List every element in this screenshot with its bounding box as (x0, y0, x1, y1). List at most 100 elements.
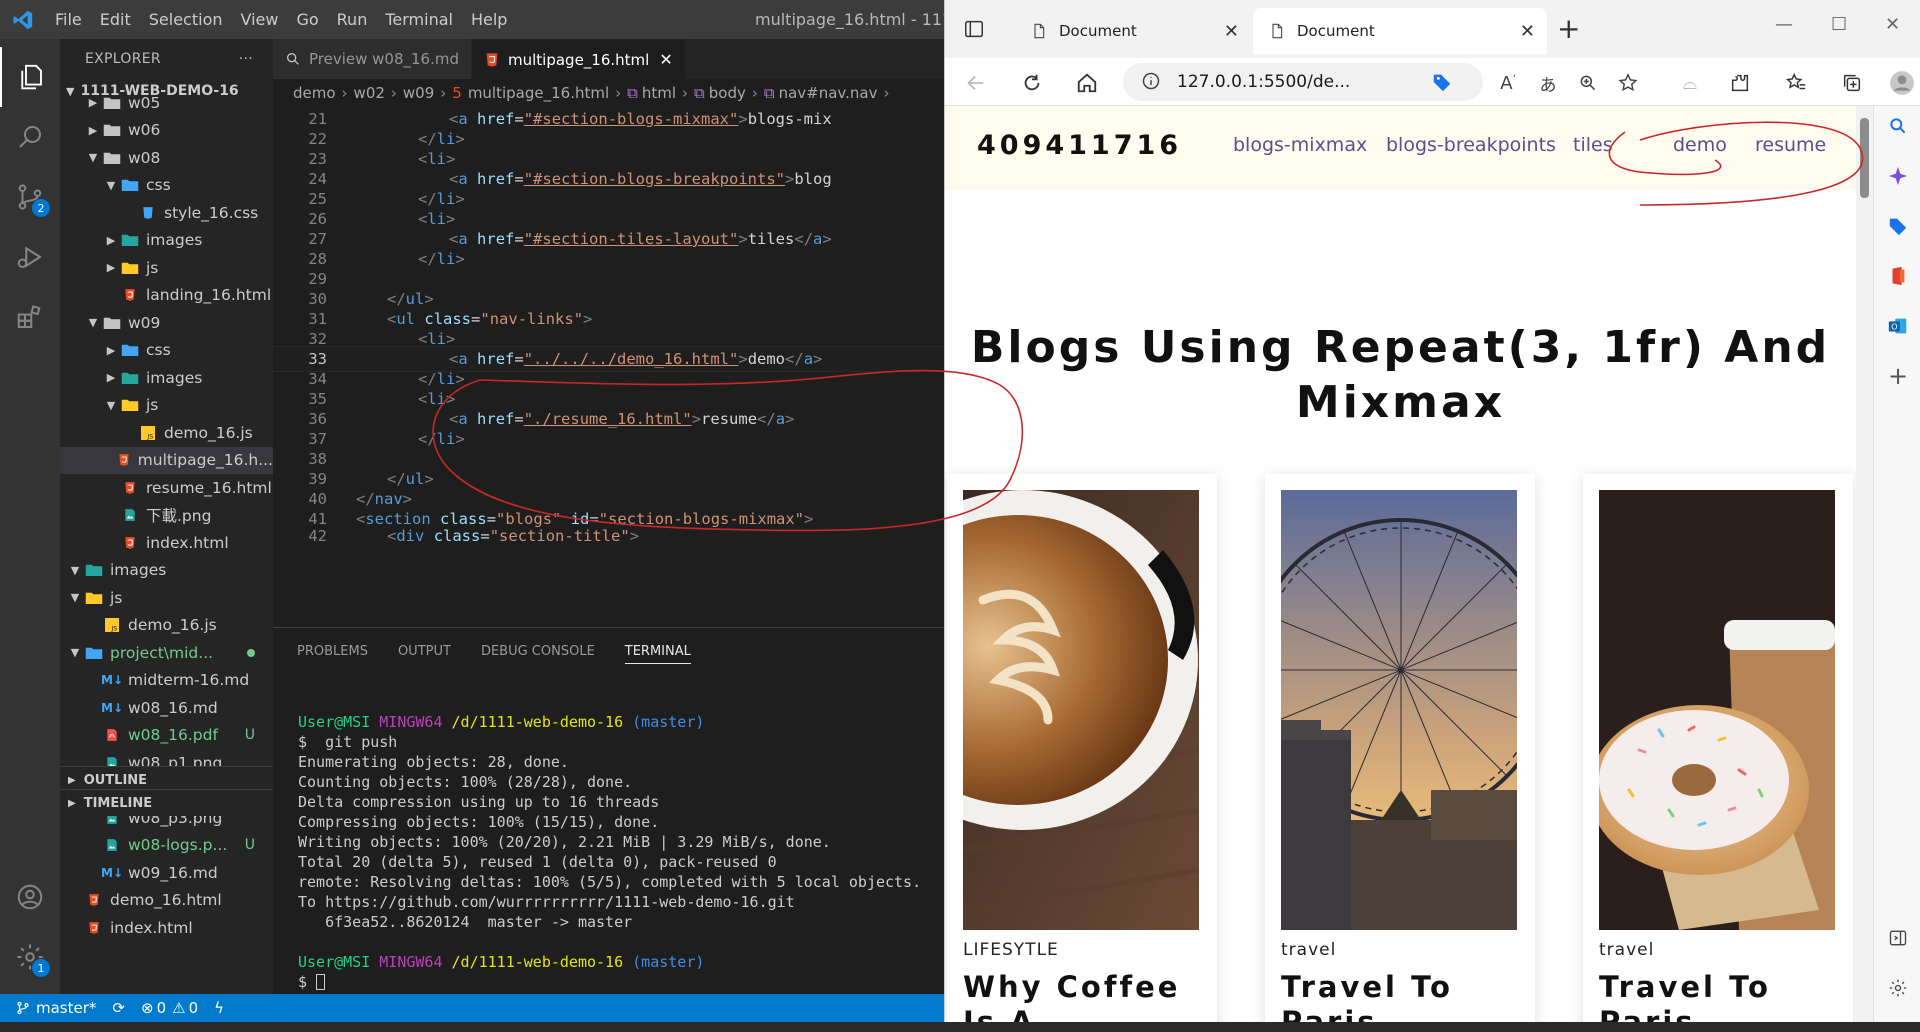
tree-item[interactable]: JS demo_16.js (60, 419, 273, 447)
menu-selection[interactable]: Selection (140, 0, 232, 39)
nav-link-tiles[interactable]: tiles (1573, 134, 1613, 156)
timeline-section[interactable]: ▶ TIMELINE (60, 789, 273, 816)
tab-preview-w08[interactable]: Preview w08_16.md (273, 39, 472, 79)
tree-item[interactable]: style_16.css (60, 199, 273, 227)
read-aloud-icon[interactable]: Aʼ (1493, 68, 1523, 98)
profile-avatar[interactable] (1887, 68, 1917, 98)
menu-run[interactable]: Run (328, 0, 377, 39)
tree-item[interactable]: resume_16.html (60, 474, 273, 502)
tree-item[interactable]: ▼ images (60, 557, 273, 585)
search-icon[interactable] (0, 107, 60, 167)
address-bar[interactable]: 127.0.0.1:5500/de... (1123, 63, 1483, 101)
menu-view[interactable]: View (232, 0, 288, 39)
problems-status[interactable]: ⊗ 0 ⚠ 0 (141, 999, 198, 1017)
nav-link-blogs-mixmax[interactable]: blogs-mixmax (1233, 134, 1367, 156)
shopping-tag-icon[interactable] (1886, 214, 1910, 238)
tree-item[interactable]: ▼ js (60, 584, 273, 612)
home-icon[interactable] (1072, 68, 1102, 98)
menu-terminal[interactable]: Terminal (376, 0, 462, 39)
breadcrumb-item[interactable]: nav#nav.nav (779, 84, 878, 102)
site-logo[interactable]: 409411716 (977, 130, 1182, 161)
extensions-icon[interactable] (0, 287, 60, 347)
tree-item[interactable]: ▼ css (60, 172, 273, 200)
tab-terminal[interactable]: TERMINAL (624, 644, 691, 664)
close-tab-icon[interactable]: ✕ (1520, 21, 1535, 42)
copilot-icon[interactable] (1886, 164, 1910, 188)
tab-problems[interactable]: PROBLEMS (297, 644, 368, 659)
extension-icon[interactable]: ⌓ (1675, 68, 1705, 98)
translate-icon[interactable]: あ (1533, 68, 1563, 98)
menu-edit[interactable]: Edit (91, 0, 140, 39)
card-title[interactable]: Why Coffee Is A (963, 970, 1203, 1022)
blog-card[interactable]: LIFESYTLE Why Coffee Is A (947, 474, 1217, 1022)
accounts-icon[interactable] (0, 867, 60, 927)
extensions-icon[interactable] (1725, 68, 1755, 98)
maximize-icon[interactable]: ☐ (1831, 14, 1847, 35)
tree-item[interactable]: 下載.png (60, 502, 273, 530)
tree-item[interactable]: ▶ images (60, 364, 273, 392)
search-icon[interactable] (1886, 114, 1910, 138)
explorer-icon[interactable] (0, 47, 60, 107)
tree-item[interactable]: ▶ w05 (60, 89, 273, 117)
add-sidebar-app-icon[interactable]: + (1886, 362, 1910, 390)
new-tab-button[interactable]: + (1557, 12, 1580, 45)
breadcrumb-item[interactable]: w02 (354, 84, 385, 102)
more-actions-icon[interactable]: ··· (239, 51, 253, 67)
breadcrumb-item[interactable]: w09 (403, 84, 434, 102)
tree-item[interactable]: M↓ w09_16.md (60, 859, 273, 887)
favorites-add-icon[interactable] (1613, 68, 1643, 98)
breadcrumb-item[interactable]: demo (293, 84, 336, 102)
tree-item[interactable]: landing_16.html (60, 282, 273, 310)
blog-card[interactable]: travel Travel To Paris (1583, 474, 1853, 1022)
branch-status[interactable]: master* (16, 999, 96, 1017)
nav-link-demo[interactable]: demo (1673, 134, 1727, 156)
breadcrumb-item[interactable]: multipage_16.html (468, 84, 609, 102)
browser-tab[interactable]: Document ✕ (1015, 8, 1251, 54)
settings-gear-icon[interactable] (1886, 976, 1910, 1000)
scrollbar-thumb[interactable] (1860, 118, 1869, 198)
nav-link-resume[interactable]: resume (1755, 134, 1826, 156)
favorites-icon[interactable] (1781, 68, 1811, 98)
tab-multipage[interactable]: multipage_16.html ✕ (472, 39, 686, 79)
close-window-icon[interactable]: ✕ (1885, 14, 1900, 35)
breadcrumb-item[interactable]: html (642, 84, 676, 102)
close-tab-icon[interactable]: ✕ (659, 50, 672, 69)
tree-item[interactable]: ▶ w06 (60, 117, 273, 145)
site-info-icon[interactable] (1141, 71, 1161, 95)
tree-item[interactable]: ▼ w08 (60, 144, 273, 172)
tree-item[interactable]: ▶ js (60, 254, 273, 282)
browser-tab-active[interactable]: Document ✕ (1253, 8, 1547, 54)
tree-item[interactable]: ▶ images (60, 227, 273, 255)
blog-card[interactable]: travel Travel To Paris (1265, 474, 1535, 1022)
tree-item[interactable]: M↓ midterm-16.md (60, 667, 273, 695)
tree-item[interactable]: multipage_16.h... (60, 446, 273, 474)
refresh-icon[interactable] (1017, 68, 1047, 98)
breadcrumb-item[interactable]: body (709, 84, 746, 102)
tab-actions-icon[interactable] (963, 18, 985, 44)
close-tab-icon[interactable]: ✕ (1224, 21, 1239, 42)
outlook-icon[interactable]: O (1886, 314, 1910, 338)
minimize-icon[interactable]: — (1775, 14, 1793, 35)
tree-item[interactable]: index.html (60, 914, 273, 942)
tree-item[interactable]: ▼ js (60, 392, 273, 420)
nav-link-blogs-breakpoints[interactable]: blogs-breakpoints (1386, 134, 1556, 156)
page-scrollbar[interactable] (1856, 106, 1873, 1022)
tree-item[interactable]: JS demo_16.js (60, 612, 273, 640)
zoom-icon[interactable] (1573, 68, 1603, 98)
back-icon[interactable] (961, 68, 991, 98)
menu-help[interactable]: Help (462, 0, 516, 39)
tab-debug-console[interactable]: DEBUG CONSOLE (481, 644, 595, 659)
office-icon[interactable] (1886, 264, 1910, 288)
card-title[interactable]: Travel To Paris (1281, 970, 1521, 1022)
tree-item[interactable]: index.html (60, 529, 273, 557)
run-debug-icon[interactable] (0, 227, 60, 287)
manage-gear-icon[interactable]: 1 (0, 927, 60, 987)
menu-go[interactable]: Go (287, 0, 327, 39)
tab-output[interactable]: OUTPUT (398, 644, 451, 659)
lightning-icon[interactable]: ϟ (214, 999, 224, 1017)
menu-file[interactable]: File (46, 0, 91, 39)
terminal-output[interactable]: User@MSI MINGW64 /d/1111-web-demo-16 (ma… (298, 712, 921, 992)
tag-icon[interactable] (1431, 71, 1453, 97)
card-title[interactable]: Travel To Paris (1599, 970, 1839, 1022)
sync-icon[interactable]: ⟳ (112, 999, 125, 1017)
